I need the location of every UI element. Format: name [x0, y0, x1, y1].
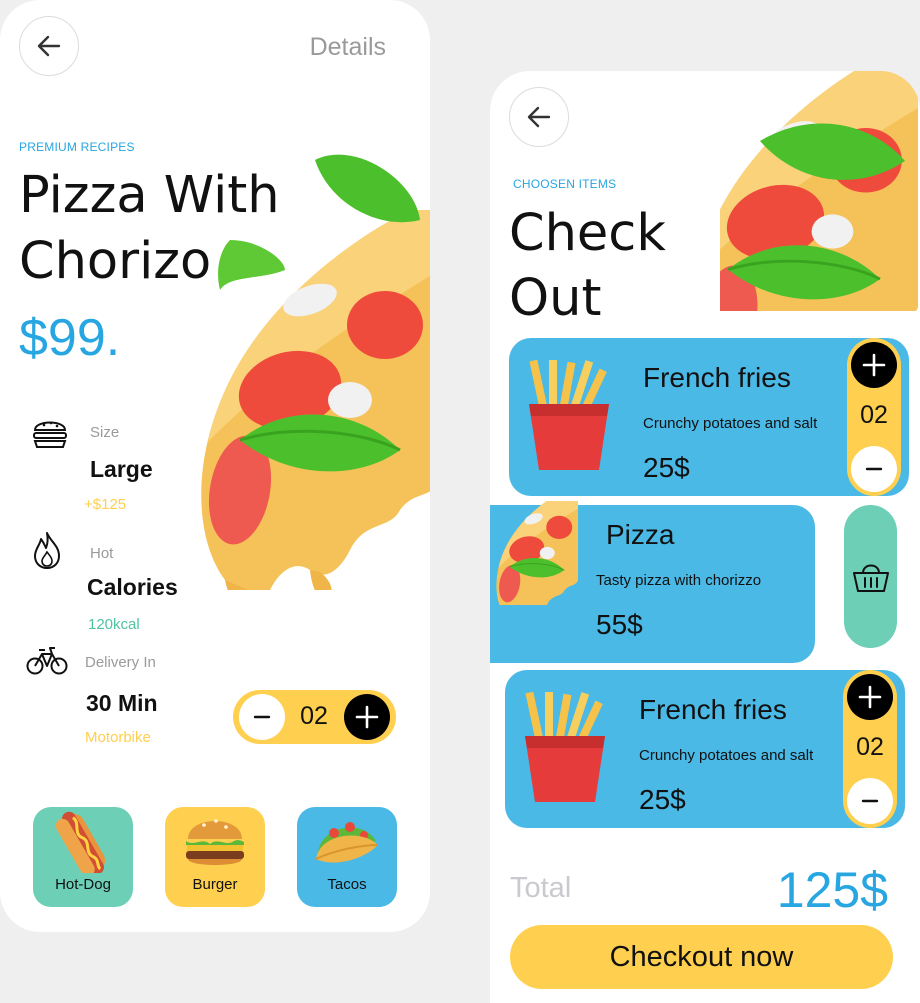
- cart-item[interactable]: Pizza Tasty pizza with chorizzo 55$: [490, 501, 815, 663]
- category-tacos[interactable]: Tacos: [297, 807, 397, 907]
- arrow-left-icon: [527, 106, 551, 128]
- item-name: French fries: [639, 694, 787, 725]
- eyebrow-label: PREMIUM RECIPES: [19, 140, 135, 154]
- delivery-time: 30 Min: [86, 690, 158, 716]
- increase-button[interactable]: [344, 694, 390, 740]
- taco-icon: [315, 822, 379, 863]
- category-label: Burger: [192, 876, 238, 893]
- quantity-value: 02: [856, 733, 884, 761]
- plus-icon: [858, 685, 882, 709]
- total-label: Total: [510, 872, 572, 904]
- size-extra-price: +$125: [84, 496, 127, 513]
- hotdog-icon: [55, 811, 105, 873]
- size-value: Large: [90, 456, 153, 482]
- header-title: Details: [309, 33, 386, 61]
- delivery-method: Motorbike: [85, 729, 151, 746]
- increase-button[interactable]: [851, 342, 897, 388]
- category-label: Tacos: [327, 876, 367, 893]
- category-label: Hot-Dog: [55, 876, 111, 893]
- hot-label: Hot: [90, 545, 114, 562]
- price-label: $99.: [19, 309, 121, 367]
- calories-value: Calories: [87, 574, 178, 600]
- back-button[interactable]: [19, 16, 79, 76]
- page-title-line2: Chorizo: [19, 232, 212, 291]
- item-price: 25$: [639, 784, 686, 815]
- quantity-stepper: 02: [233, 690, 396, 744]
- plus-icon: [355, 705, 379, 729]
- item-description: Tasty pizza with chorizzo: [596, 572, 762, 589]
- page-title-line2: Out: [509, 269, 602, 328]
- french-fries-icon: [525, 692, 605, 802]
- decrease-button[interactable]: [851, 446, 897, 492]
- checkout-screen: CHOOSEN ITEMS Check Out French fries Cru…: [490, 71, 920, 1003]
- category-hot-dog[interactable]: Hot-Dog: [33, 807, 133, 907]
- item-description: Crunchy potatoes and salt: [643, 415, 818, 432]
- arrow-left-icon: [37, 35, 61, 57]
- page-title-line1: Check: [509, 204, 666, 263]
- pizza-slice-icon: [496, 501, 578, 605]
- calories-amount: 120kcal: [88, 616, 140, 633]
- back-button[interactable]: [509, 87, 569, 147]
- delivery-label: Delivery In: [85, 654, 156, 671]
- burger-icon: [33, 421, 67, 448]
- basket-icon: [852, 564, 889, 592]
- eyebrow-label: CHOOSEN ITEMS: [513, 177, 617, 191]
- quantity-value: 02: [300, 702, 328, 730]
- remove-item-button[interactable]: [844, 505, 897, 648]
- decrease-button[interactable]: [847, 778, 893, 824]
- bicycle-icon: [26, 647, 68, 675]
- quantity-value: 02: [860, 401, 888, 429]
- cart-item[interactable]: French fries Crunchy potatoes and salt 2…: [509, 338, 909, 496]
- quantity-stepper: 02: [843, 670, 897, 828]
- minus-icon: [253, 715, 271, 719]
- item-price: 25$: [643, 452, 690, 483]
- flame-icon: [34, 532, 60, 569]
- total-value: 125$: [776, 862, 888, 918]
- item-price: 55$: [596, 609, 643, 640]
- increase-button[interactable]: [847, 674, 893, 720]
- burger-food-icon: [186, 819, 244, 865]
- size-label: Size: [90, 424, 120, 441]
- item-name: Pizza: [606, 519, 675, 550]
- decrease-button[interactable]: [239, 694, 285, 740]
- detail-screen: Details PREMIUM RECIPES Pizza With Chori…: [0, 0, 430, 932]
- quantity-stepper: 02: [847, 338, 901, 496]
- checkout-button[interactable]: Checkout now: [510, 925, 893, 989]
- cart-item[interactable]: French fries Crunchy potatoes and salt 2…: [505, 670, 905, 828]
- pizza-image: [720, 71, 920, 311]
- plus-icon: [862, 353, 886, 377]
- item-description: Crunchy potatoes and salt: [639, 747, 814, 764]
- category-burger[interactable]: Burger: [165, 807, 265, 907]
- french-fries-icon: [529, 360, 609, 470]
- minus-icon: [861, 799, 879, 803]
- minus-icon: [865, 467, 883, 471]
- item-name: French fries: [643, 362, 791, 393]
- page-title-line1: Pizza With: [19, 166, 280, 225]
